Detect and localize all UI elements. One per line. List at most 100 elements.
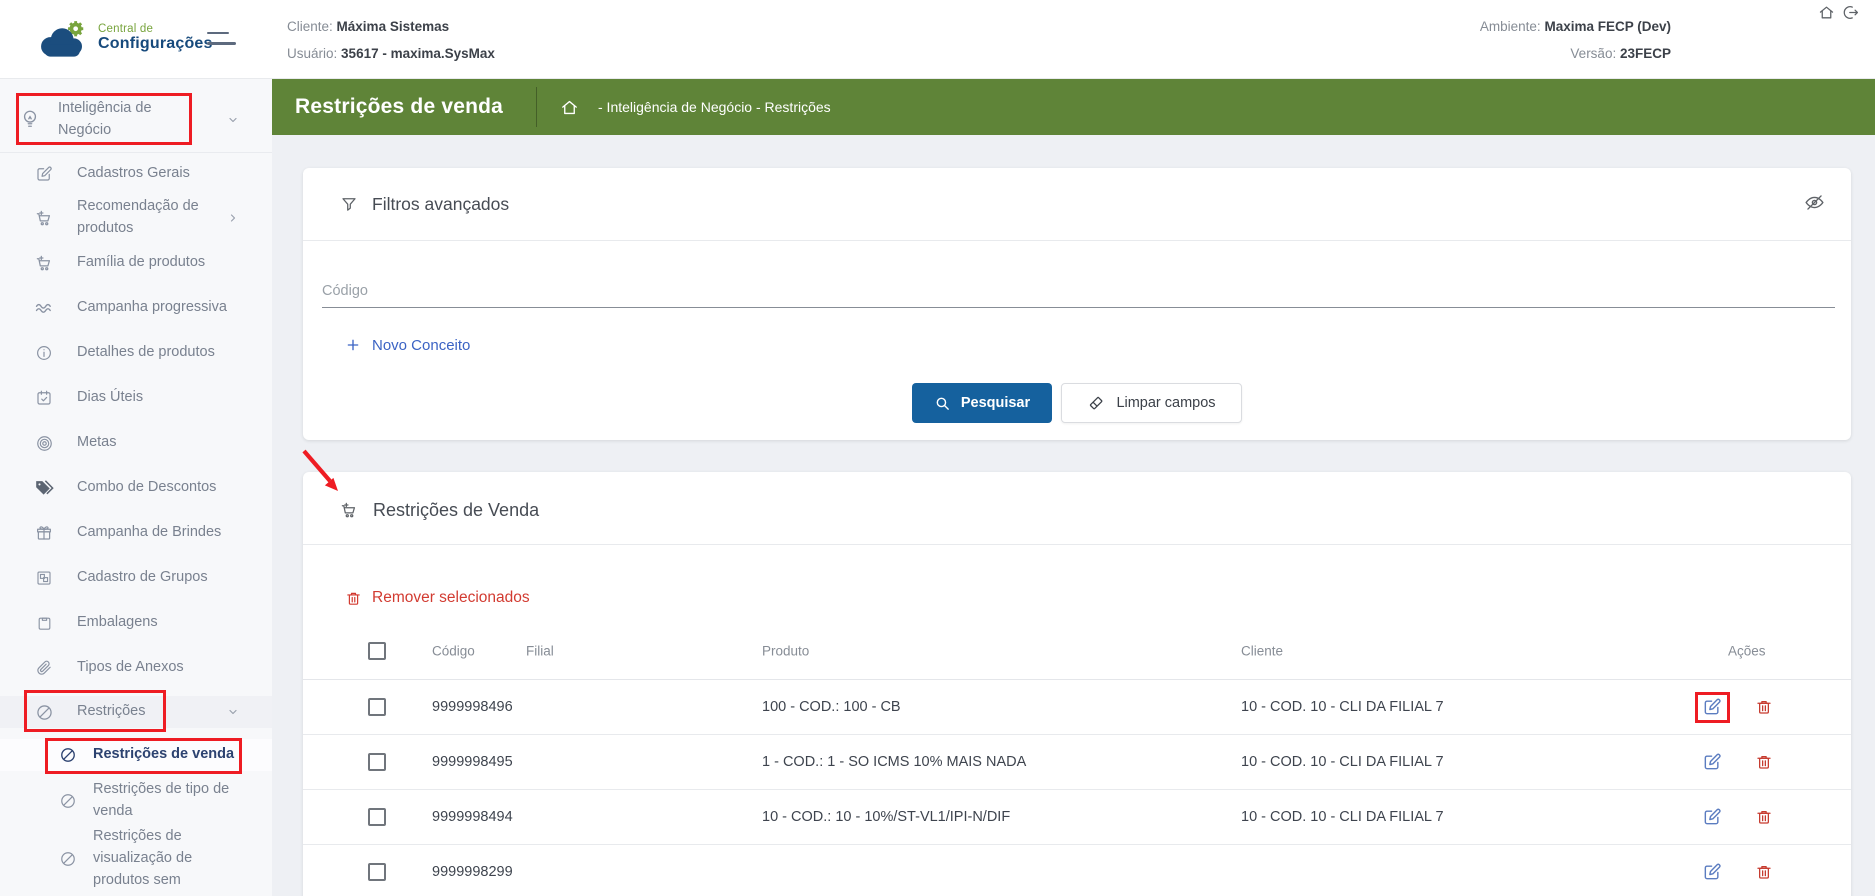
cart-plus-icon (33, 209, 55, 228)
column-header-acoes: Ações (1728, 643, 1766, 658)
sidebar-item-label: Campanha de Brindes (77, 522, 247, 544)
sidebar-toggle-button[interactable] (207, 32, 236, 45)
column-header-produto: Produto (762, 643, 809, 658)
block-icon (57, 746, 79, 764)
sidebar-item-cadastros-gerais[interactable]: Cadastros Gerais (0, 158, 272, 190)
filter-funnel-icon (340, 195, 358, 213)
trash-icon (345, 590, 362, 607)
edit-icon[interactable] (1702, 862, 1722, 882)
novo-conceito-button[interactable]: Novo Conceito (345, 331, 470, 359)
sidebar-item-campanha-progressiva[interactable]: Campanha progressiva (0, 292, 272, 324)
sidebar-item-label: Dias Úteis (77, 387, 247, 409)
row-checkbox[interactable] (368, 698, 386, 716)
edit-icon[interactable] (1702, 807, 1722, 827)
sidebar-item-embalagens[interactable]: Embalagens (0, 607, 272, 639)
page-title: Restrições de venda (295, 79, 503, 135)
tags-icon (33, 478, 55, 499)
column-header-codigo: Código (432, 643, 475, 658)
user-label: Usuário: (287, 46, 337, 61)
pesquisar-label: Pesquisar (961, 395, 1030, 411)
restrictions-card: Restrições de Venda Remover selecionados… (303, 472, 1851, 896)
info-icon (33, 344, 55, 362)
filters-card: Filtros avançados Novo Conceito Pesquisa… (303, 168, 1851, 440)
sidebar-item-label: Metas (77, 432, 247, 454)
sidebar-item-restricoes-de-tipo-de-venda[interactable]: Restrições de tipo de venda (0, 779, 272, 823)
page-header-bar: Restrições de venda - Inteligência de Ne… (272, 79, 1875, 135)
logout-icon[interactable] (1842, 4, 1859, 21)
pesquisar-button[interactable]: Pesquisar (912, 383, 1052, 423)
limpar-campos-button[interactable]: Limpar campos (1061, 383, 1242, 423)
pagebar-divider (536, 87, 537, 127)
cart-icon (340, 501, 359, 520)
remove-selected-button[interactable]: Remover selecionados (345, 584, 530, 612)
sidebar-item-label: Tipos de Anexos (77, 657, 247, 679)
main-content: Filtros avançados Novo Conceito Pesquisa… (272, 135, 1875, 896)
cart-icon (33, 254, 55, 273)
sidebar-item-label: Cadastros Gerais (77, 163, 247, 185)
sidebar-item-label: Cadastro de Grupos (77, 567, 247, 589)
row-checkbox[interactable] (368, 753, 386, 771)
row-checkbox[interactable] (368, 863, 386, 881)
block-icon (57, 850, 79, 868)
sidebar-item-metas[interactable]: Metas (0, 427, 272, 459)
waves-icon (33, 298, 55, 318)
gift-icon (33, 524, 55, 542)
versao-value: 23FECP (1620, 46, 1671, 61)
delete-icon[interactable] (1755, 753, 1773, 771)
table-row: 9999998496 100 - COD.: 100 - CB 10 - COD… (303, 680, 1851, 735)
calendar-check-icon (33, 389, 55, 407)
cell-cliente: 10 - COD. 10 - CLI DA FILIAL 7 (1241, 699, 1444, 715)
sidebar-item-campanha-de-brindes[interactable]: Campanha de Brindes (0, 517, 272, 549)
cell-produto: 100 - COD.: 100 - CB (762, 699, 901, 715)
breadcrumb-home-icon[interactable] (560, 98, 579, 117)
sidebar-item-label: Família de produtos (77, 252, 247, 274)
sidebar-item-restricoes-de-visualizacao[interactable]: Restrições de visualização de produtos s… (0, 827, 272, 891)
sidebar-navigation: Inteligência de Negócio Cadastros Gerais… (0, 79, 272, 896)
sidebar-item-familia-de-produtos[interactable]: Família de produtos (0, 247, 272, 279)
table-row: 9999998495 1 - COD.: 1 - SO ICMS 10% MAI… (303, 735, 1851, 790)
hide-filters-icon[interactable] (1804, 192, 1825, 213)
session-info: Cliente: Máxima Sistemas Usuário: 35617 … (287, 13, 495, 67)
delete-icon[interactable] (1755, 698, 1773, 716)
sidebar-item-restricoes-de-venda[interactable]: Restrições de venda (0, 739, 272, 771)
home-icon[interactable] (1818, 4, 1835, 21)
sidebar-item-inteligencia-de-negocio[interactable]: Inteligência de Negócio (0, 88, 272, 152)
sidebar-item-label: Restrições de tipo de venda (93, 779, 248, 823)
cell-codigo: 9999998495 (432, 754, 513, 770)
plus-icon (345, 337, 361, 353)
versao-label: Versão: (1570, 46, 1616, 61)
logo-line2: Configurações (98, 35, 213, 53)
sidebar-item-label: Restrições de visualização de produtos s… (93, 826, 228, 891)
client-label: Cliente: (287, 19, 333, 34)
groups-icon (33, 569, 55, 587)
sidebar-item-cadastro-de-grupos[interactable]: Cadastro de Grupos (0, 562, 272, 594)
table-row: 9999998494 10 - COD.: 10 - 10%/ST-VL1/IP… (303, 790, 1851, 845)
limpar-campos-label: Limpar campos (1116, 395, 1215, 411)
sidebar-item-recomendacao-de-produtos[interactable]: Recomendação de produtos (0, 194, 272, 242)
delete-icon[interactable] (1755, 808, 1773, 826)
target-icon (33, 434, 55, 453)
row-checkbox[interactable] (368, 808, 386, 826)
edit-icon[interactable] (1702, 752, 1722, 772)
sidebar-item-label: Recomendação de produtos (77, 196, 247, 240)
sidebar-item-detalhes-de-produtos[interactable]: Detalhes de produtos (0, 337, 272, 369)
sidebar-item-tipos-de-anexos[interactable]: Tipos de Anexos (0, 652, 272, 684)
client-value: Máxima Sistemas (337, 19, 450, 34)
top-header: Central de Configurações Cliente: Máxima… (0, 0, 1875, 79)
cell-codigo: 9999998494 (432, 809, 513, 825)
sidebar-item-restricoes[interactable]: Restrições (0, 696, 272, 728)
table-row: 9999998299 (303, 845, 1851, 896)
delete-icon[interactable] (1755, 863, 1773, 881)
card-divider (303, 240, 1851, 241)
sidebar-item-label: Campanha progressiva (77, 297, 247, 319)
cell-codigo: 9999998299 (432, 864, 513, 880)
sidebar-item-combo-de-descontos[interactable]: Combo de Descontos (0, 472, 272, 504)
card-divider (303, 544, 1851, 545)
select-all-checkbox[interactable] (368, 642, 386, 660)
edit-icon[interactable] (1702, 697, 1722, 717)
sidebar-item-dias-uteis[interactable]: Dias Úteis (0, 382, 272, 414)
codigo-input[interactable] (322, 274, 1835, 307)
chevron-down-icon (227, 114, 239, 126)
sidebar-item-label: Embalagens (77, 612, 247, 634)
user-value: 35617 - maxima.SysMax (341, 46, 495, 61)
